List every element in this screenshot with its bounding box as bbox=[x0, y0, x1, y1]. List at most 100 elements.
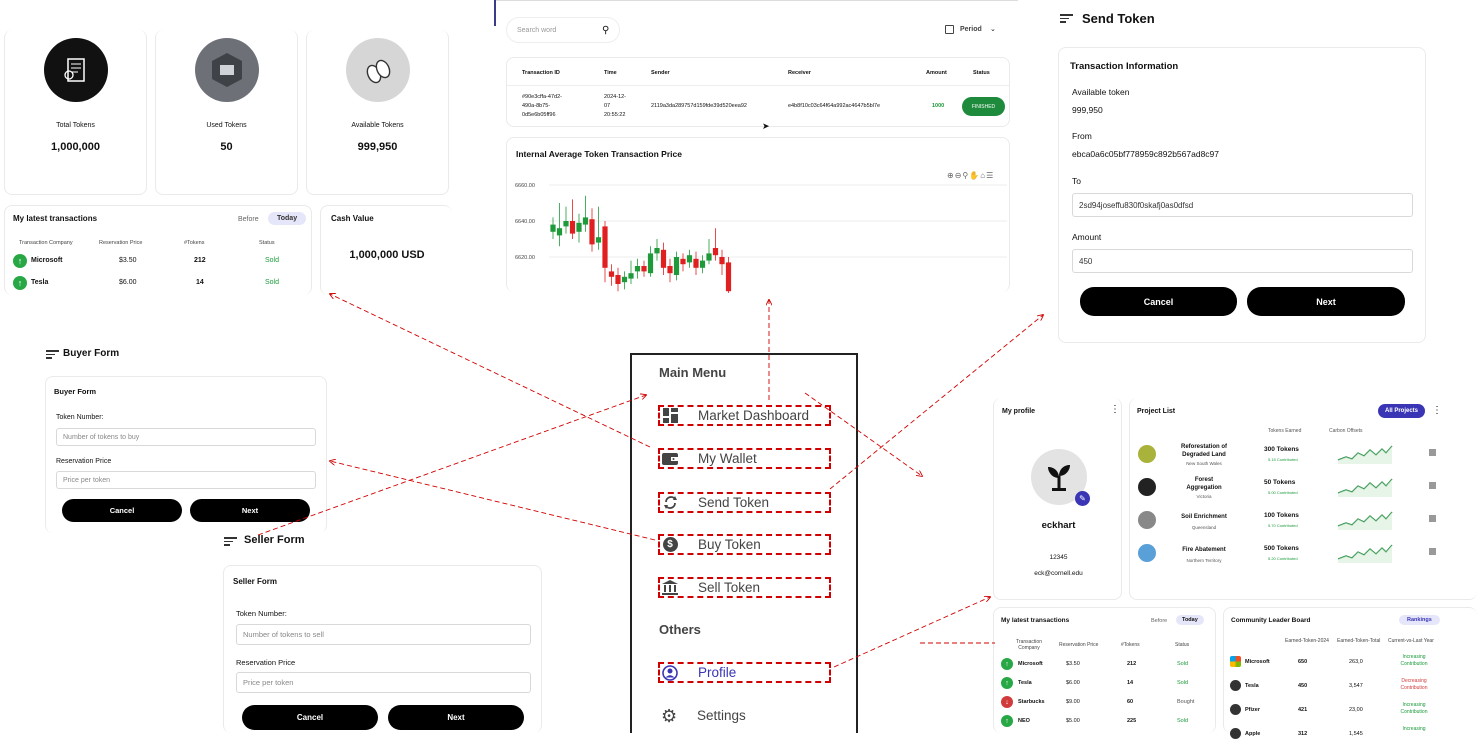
tokens: 14 bbox=[196, 279, 204, 286]
table-row[interactable]: ↑ NEO $5.00 225 Sold bbox=[1001, 715, 1211, 729]
search-icon[interactable]: ⚲ bbox=[602, 25, 609, 36]
candle-body[interactable] bbox=[634, 266, 641, 272]
row-menu-icon[interactable] bbox=[1429, 548, 1436, 555]
candle-body[interactable] bbox=[569, 221, 576, 234]
candle-body[interactable] bbox=[719, 257, 725, 265]
price-input[interactable]: Price per token bbox=[56, 471, 316, 489]
token-input[interactable]: Number of tokens to buy bbox=[56, 428, 316, 446]
table-row[interactable]: ↑ Tesla $6.00 14 Sold bbox=[1001, 677, 1211, 691]
token-input[interactable]: Number of tokens to sell bbox=[236, 624, 531, 645]
candle-body[interactable] bbox=[673, 257, 680, 275]
next-button[interactable]: Next bbox=[1247, 287, 1405, 316]
candle-body[interactable] bbox=[654, 248, 660, 254]
project-row[interactable]: Fire Abatement Northern Territory 500 To… bbox=[1130, 540, 1476, 570]
project-row[interactable]: Soil Enrichment Queensland 100 Tokens 5.… bbox=[1130, 507, 1476, 537]
tab-today[interactable]: Today bbox=[1176, 615, 1204, 625]
menu-icon[interactable] bbox=[46, 350, 59, 359]
period-dropdown[interactable]: Period bbox=[960, 26, 982, 33]
cancel-button[interactable]: Cancel bbox=[1080, 287, 1237, 316]
earned-total: 3,547 bbox=[1349, 683, 1363, 689]
leader-row[interactable]: Pfizer 421 23,00 Increasing Contribution bbox=[1228, 699, 1477, 721]
leader-row[interactable]: Microsoft 650 263,0 Increasing Contributi… bbox=[1228, 651, 1477, 673]
menu-item-send-token[interactable]: Send Token bbox=[658, 492, 831, 513]
tab-today[interactable]: Today bbox=[268, 212, 307, 225]
candle-body[interactable] bbox=[693, 258, 699, 268]
project-row[interactable]: Forest Aggregation Victoria 50 Tokens 5.0… bbox=[1130, 474, 1476, 504]
earned-total: 23,00 bbox=[1349, 707, 1363, 713]
rankings-button[interactable]: Rankings bbox=[1399, 615, 1440, 625]
candle-body[interactable] bbox=[641, 266, 647, 272]
price-input[interactable]: Price per token bbox=[236, 672, 531, 693]
edit-icon[interactable]: ✎ bbox=[1075, 491, 1090, 506]
to-field[interactable]: 2sd94joseffu830f0skafj0as0dfsd bbox=[1072, 193, 1413, 217]
cancel-button[interactable]: Cancel bbox=[242, 705, 378, 730]
menu-icon[interactable] bbox=[1060, 14, 1073, 23]
trend: Decreasing Contribution bbox=[1386, 678, 1442, 692]
dollar-icon: $ bbox=[661, 536, 679, 554]
menu-item-market-dashboard[interactable]: Market Dashboard bbox=[658, 405, 831, 426]
leader-row[interactable]: Tesla 450 3,547 Decreasing Contribution bbox=[1228, 675, 1477, 697]
candle-body[interactable] bbox=[582, 217, 589, 225]
row-menu-icon[interactable] bbox=[1429, 515, 1436, 522]
candle-body[interactable] bbox=[725, 262, 732, 292]
project-row[interactable]: Reforestation of Degraded Land New South … bbox=[1130, 441, 1476, 471]
tab-before[interactable]: Before bbox=[1151, 618, 1167, 624]
candle-body[interactable] bbox=[615, 275, 621, 284]
menu-icon[interactable] bbox=[224, 537, 237, 546]
candle-body[interactable] bbox=[589, 219, 595, 245]
price-label: Reservation Price bbox=[236, 658, 296, 667]
cancel-button[interactable]: Cancel bbox=[62, 499, 182, 522]
earned-2024: 650 bbox=[1298, 659, 1308, 665]
next-button[interactable]: Next bbox=[388, 705, 524, 730]
col-header: Time bbox=[604, 70, 617, 76]
all-projects-button[interactable]: All Projects bbox=[1378, 404, 1426, 418]
leader-row[interactable]: Apple 312 1,545 Increasing bbox=[1228, 723, 1477, 745]
chevron-down-icon[interactable]: ⌄ bbox=[990, 25, 996, 33]
candle-body[interactable] bbox=[667, 266, 673, 274]
tab-before[interactable]: Before bbox=[238, 216, 259, 223]
candle-body[interactable] bbox=[628, 273, 634, 279]
table-row[interactable]: ↑ Microsoft $3.50 212 Sold bbox=[1001, 658, 1211, 672]
candle-body[interactable] bbox=[647, 253, 654, 274]
card-title: My profile bbox=[1002, 408, 1036, 415]
menu-item-profile[interactable]: Profile bbox=[658, 662, 831, 683]
candle-body[interactable] bbox=[699, 260, 706, 268]
candle-body[interactable] bbox=[660, 249, 667, 268]
candle-body[interactable] bbox=[550, 224, 556, 232]
candle-body[interactable] bbox=[686, 255, 693, 263]
table-row[interactable]: ↑ Tesla $6.00 14 Sold bbox=[13, 276, 303, 292]
search-input[interactable]: Search word bbox=[517, 27, 556, 34]
wallet-icon bbox=[661, 450, 679, 468]
next-button[interactable]: Next bbox=[190, 499, 310, 522]
candle-body[interactable] bbox=[556, 228, 563, 236]
candle-body[interactable] bbox=[621, 276, 628, 283]
menu-item-sell-token[interactable]: Sell Token bbox=[658, 577, 831, 598]
menu-item-my-wallet[interactable]: My Wallet bbox=[658, 448, 831, 469]
amount-field[interactable]: 450 bbox=[1072, 249, 1413, 273]
user-email: eck@cornell.edu bbox=[1034, 570, 1083, 577]
amount: 1000 bbox=[932, 103, 945, 109]
project-region: Queensland bbox=[1191, 525, 1217, 530]
candle-body[interactable] bbox=[595, 237, 602, 243]
menu-item-settings[interactable]: ⚙ Settings bbox=[658, 705, 831, 726]
candle-body[interactable] bbox=[602, 226, 608, 268]
search-box[interactable]: Search word ⚲ bbox=[506, 17, 620, 43]
tokens: 212 bbox=[194, 257, 206, 264]
status: Sold bbox=[1177, 661, 1189, 667]
candle-body[interactable] bbox=[608, 271, 615, 277]
candle-body[interactable] bbox=[576, 222, 582, 232]
more-icon[interactable]: ⋮ bbox=[1110, 404, 1120, 415]
candle-body[interactable] bbox=[712, 248, 719, 256]
menu-item-buy-token[interactable]: $ Buy Token bbox=[658, 534, 831, 555]
table-row[interactable]: ↓ Starbucks $9.00 60 Bought bbox=[1001, 696, 1211, 710]
row-menu-icon[interactable] bbox=[1429, 449, 1436, 456]
row-menu-icon[interactable] bbox=[1429, 482, 1436, 489]
candle-body[interactable] bbox=[563, 221, 569, 227]
project-name-line: Forest bbox=[1194, 477, 1214, 483]
candle-body[interactable] bbox=[680, 258, 686, 265]
table-row[interactable]: #90e3cffa-47d2- 490a-8b75- 0d5e6b05ff96 … bbox=[507, 86, 1009, 126]
tree-icon bbox=[1138, 478, 1156, 496]
candle-body[interactable] bbox=[706, 253, 712, 261]
table-row[interactable]: ↑ Microsoft $3.50 212 Sold bbox=[13, 254, 303, 270]
more-icon[interactable]: ⋮ bbox=[1432, 405, 1442, 416]
